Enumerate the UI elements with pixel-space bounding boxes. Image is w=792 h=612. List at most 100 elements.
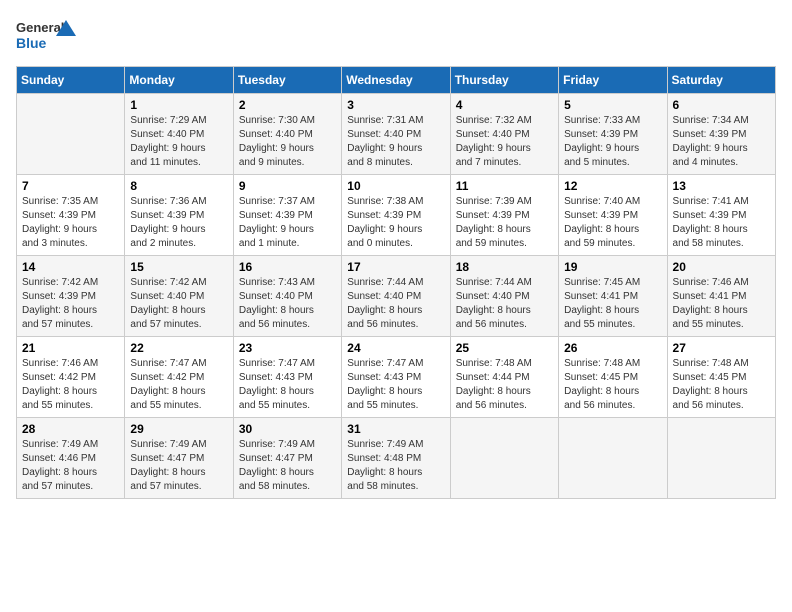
calendar-cell: 3Sunrise: 7:31 AM Sunset: 4:40 PM Daylig… <box>342 94 450 175</box>
calendar-week-row: 1 Sunrise: 7:29 AM Sunset: 4:40 PM Daylig… <box>17 94 776 175</box>
svg-text:Blue: Blue <box>16 35 47 51</box>
day-number: 21 <box>22 341 119 355</box>
calendar-cell: 31 Sunrise: 7:49 AM Sunset: 4:48 PM Dayli… <box>342 418 450 499</box>
header-tuesday: Tuesday <box>233 67 341 94</box>
calendar-cell: 12 Sunrise: 7:40 AM Sunset: 4:39 PM Dayli… <box>559 175 667 256</box>
day-info: Sunrise: 7:43 AM Sunset: 4:40 PM Dayligh… <box>239 277 315 330</box>
day-number: 30 <box>239 422 336 436</box>
calendar-cell: 15 Sunrise: 7:42 AM Sunset: 4:40 PM Dayli… <box>125 256 233 337</box>
day-info: Sunrise: 7:49 AM Sunset: 4:46 PM Dayligh… <box>22 439 98 492</box>
day-info: Sunrise: 7:32 AM Sunset: 4:40 PM Dayligh… <box>456 115 532 168</box>
calendar-cell: 26 Sunrise: 7:48 AM Sunset: 4:45 PM Dayli… <box>559 337 667 418</box>
day-number: 29 <box>130 422 227 436</box>
day-info: Sunrise: 7:49 AM Sunset: 4:48 PM Dayligh… <box>347 439 423 492</box>
calendar-cell: 20 Sunrise: 7:46 AM Sunset: 4:41 PM Dayli… <box>667 256 775 337</box>
calendar-cell: 4 Sunrise: 7:32 AM Sunset: 4:40 PM Daylig… <box>450 94 558 175</box>
day-number: 7 <box>22 179 119 193</box>
day-info: Sunrise: 7:48 AM Sunset: 4:44 PM Dayligh… <box>456 358 532 411</box>
calendar-cell: 21 Sunrise: 7:46 AM Sunset: 4:42 PM Dayli… <box>17 337 125 418</box>
calendar-cell: 6 Sunrise: 7:34 AM Sunset: 4:39 PM Daylig… <box>667 94 775 175</box>
logo-svg: General Blue <box>16 16 76 56</box>
day-number: 11 <box>456 179 553 193</box>
day-info: Sunrise: 7:39 AM Sunset: 4:39 PM Dayligh… <box>456 196 532 249</box>
calendar-cell: 30 Sunrise: 7:49 AM Sunset: 4:47 PM Dayli… <box>233 418 341 499</box>
day-info: Sunrise: 7:47 AM Sunset: 4:43 PM Dayligh… <box>239 358 315 411</box>
calendar-cell: 18 Sunrise: 7:44 AM Sunset: 4:40 PM Dayli… <box>450 256 558 337</box>
calendar-cell: 14 Sunrise: 7:42 AM Sunset: 4:39 PM Dayli… <box>17 256 125 337</box>
logo: General Blue <box>16 16 76 56</box>
page-header: General Blue <box>16 16 776 56</box>
calendar-cell: 10 Sunrise: 7:38 AM Sunset: 4:39 PM Dayli… <box>342 175 450 256</box>
header-thursday: Thursday <box>450 67 558 94</box>
day-number: 19 <box>564 260 661 274</box>
day-number: 16 <box>239 260 336 274</box>
day-number: 4 <box>456 98 553 112</box>
day-number: 10 <box>347 179 444 193</box>
calendar-cell: 7 Sunrise: 7:35 AM Sunset: 4:39 PM Daylig… <box>17 175 125 256</box>
svg-text:General: General <box>16 20 64 35</box>
day-number: 26 <box>564 341 661 355</box>
calendar-cell <box>17 94 125 175</box>
day-info: Sunrise: 7:46 AM Sunset: 4:42 PM Dayligh… <box>22 358 98 411</box>
day-number: 12 <box>564 179 661 193</box>
day-number: 24 <box>347 341 444 355</box>
day-info: Sunrise: 7:37 AM Sunset: 4:39 PM Dayligh… <box>239 196 315 249</box>
header-wednesday: Wednesday <box>342 67 450 94</box>
day-number: 8 <box>130 179 227 193</box>
calendar-cell: 16 Sunrise: 7:43 AM Sunset: 4:40 PM Dayli… <box>233 256 341 337</box>
day-number: 28 <box>22 422 119 436</box>
calendar-cell: 9 Sunrise: 7:37 AM Sunset: 4:39 PM Daylig… <box>233 175 341 256</box>
day-info: Sunrise: 7:38 AM Sunset: 4:39 PM Dayligh… <box>347 196 423 249</box>
day-info: Sunrise: 7:29 AM Sunset: 4:40 PM Dayligh… <box>130 115 206 168</box>
day-info: Sunrise: 7:36 AM Sunset: 4:39 PM Dayligh… <box>130 196 206 249</box>
calendar-cell <box>667 418 775 499</box>
day-number: 20 <box>673 260 770 274</box>
day-info: Sunrise: 7:44 AM Sunset: 4:40 PM Dayligh… <box>456 277 532 330</box>
calendar-cell: 1 Sunrise: 7:29 AM Sunset: 4:40 PM Daylig… <box>125 94 233 175</box>
header-monday: Monday <box>125 67 233 94</box>
day-info: Sunrise: 7:49 AM Sunset: 4:47 PM Dayligh… <box>130 439 206 492</box>
day-number: 22 <box>130 341 227 355</box>
day-number: 18 <box>456 260 553 274</box>
day-number: 6 <box>673 98 770 112</box>
day-info: Sunrise: 7:45 AM Sunset: 4:41 PM Dayligh… <box>564 277 640 330</box>
day-info: Sunrise: 7:49 AM Sunset: 4:47 PM Dayligh… <box>239 439 315 492</box>
day-info: Sunrise: 7:46 AM Sunset: 4:41 PM Dayligh… <box>673 277 749 330</box>
day-number: 3 <box>347 98 444 112</box>
header-friday: Friday <box>559 67 667 94</box>
day-info: Sunrise: 7:47 AM Sunset: 4:42 PM Dayligh… <box>130 358 206 411</box>
calendar-cell: 22 Sunrise: 7:47 AM Sunset: 4:42 PM Dayli… <box>125 337 233 418</box>
calendar-cell: 11 Sunrise: 7:39 AM Sunset: 4:39 PM Dayli… <box>450 175 558 256</box>
day-number: 15 <box>130 260 227 274</box>
day-info: Sunrise: 7:47 AM Sunset: 4:43 PM Dayligh… <box>347 358 423 411</box>
calendar-cell: 27 Sunrise: 7:48 AM Sunset: 4:45 PM Dayli… <box>667 337 775 418</box>
day-number: 25 <box>456 341 553 355</box>
calendar-cell: 13Sunrise: 7:41 AM Sunset: 4:39 PM Dayli… <box>667 175 775 256</box>
calendar-cell <box>450 418 558 499</box>
day-info: Sunrise: 7:42 AM Sunset: 4:39 PM Dayligh… <box>22 277 98 330</box>
day-info: Sunrise: 7:33 AM Sunset: 4:39 PM Dayligh… <box>564 115 640 168</box>
day-info: Sunrise: 7:34 AM Sunset: 4:39 PM Dayligh… <box>673 115 749 168</box>
calendar-cell: 24 Sunrise: 7:47 AM Sunset: 4:43 PM Dayli… <box>342 337 450 418</box>
calendar-cell: 28 Sunrise: 7:49 AM Sunset: 4:46 PM Dayli… <box>17 418 125 499</box>
day-number: 1 <box>130 98 227 112</box>
day-info: Sunrise: 7:48 AM Sunset: 4:45 PM Dayligh… <box>673 358 749 411</box>
day-number: 14 <box>22 260 119 274</box>
day-number: 27 <box>673 341 770 355</box>
day-info: Sunrise: 7:42 AM Sunset: 4:40 PM Dayligh… <box>130 277 206 330</box>
calendar-cell: 8 Sunrise: 7:36 AM Sunset: 4:39 PM Daylig… <box>125 175 233 256</box>
calendar-table: SundayMondayTuesdayWednesdayThursdayFrid… <box>16 66 776 499</box>
day-number: 5 <box>564 98 661 112</box>
day-number: 31 <box>347 422 444 436</box>
calendar-cell: 5 Sunrise: 7:33 AM Sunset: 4:39 PM Daylig… <box>559 94 667 175</box>
day-number: 17 <box>347 260 444 274</box>
calendar-week-row: 28 Sunrise: 7:49 AM Sunset: 4:46 PM Dayli… <box>17 418 776 499</box>
calendar-cell: 19 Sunrise: 7:45 AM Sunset: 4:41 PM Dayli… <box>559 256 667 337</box>
day-info: Sunrise: 7:48 AM Sunset: 4:45 PM Dayligh… <box>564 358 640 411</box>
calendar-cell: 2Sunrise: 7:30 AM Sunset: 4:40 PM Daylig… <box>233 94 341 175</box>
calendar-week-row: 21 Sunrise: 7:46 AM Sunset: 4:42 PM Dayli… <box>17 337 776 418</box>
calendar-cell: 17Sunrise: 7:44 AM Sunset: 4:40 PM Dayli… <box>342 256 450 337</box>
day-number: 9 <box>239 179 336 193</box>
day-info: Sunrise: 7:40 AM Sunset: 4:39 PM Dayligh… <box>564 196 640 249</box>
day-info: Sunrise: 7:35 AM Sunset: 4:39 PM Dayligh… <box>22 196 98 249</box>
